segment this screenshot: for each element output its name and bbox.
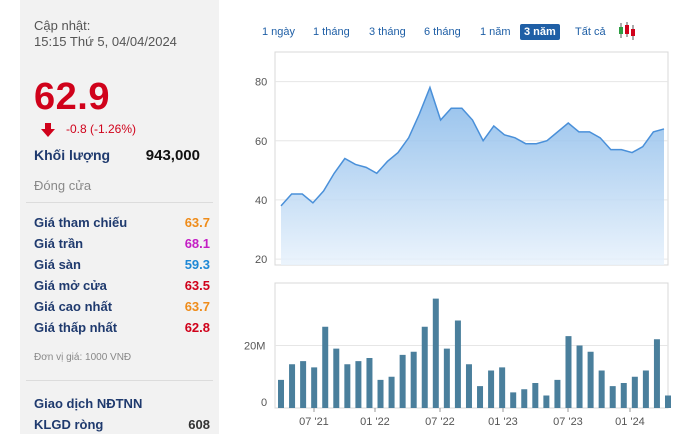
volume-bar [333, 348, 340, 408]
volume-bar [443, 348, 450, 408]
volume-bar [432, 298, 439, 408]
x-tick-label: 01 '22 [360, 416, 390, 428]
volume-bar [410, 351, 417, 408]
price-volume-chart: 20 40 60 80 20M 0 07 '21 01 '22 07 '22 01 '23 07 '… [244, 51, 671, 428]
volume-bar [477, 386, 484, 408]
volume-bar [454, 320, 461, 408]
x-tick-label: 01 '24 [615, 416, 645, 428]
volume-bar [488, 370, 495, 408]
volume-bar [355, 361, 362, 408]
x-tick-label: 01 '23 [488, 416, 518, 428]
volume-bar [499, 367, 506, 408]
x-tick-label: 07 '23 [553, 416, 583, 428]
volume-bar [366, 358, 373, 408]
volume-bar [399, 354, 406, 408]
volume-bar [344, 364, 351, 408]
volume-bar [300, 361, 307, 408]
volume-bar [377, 379, 384, 408]
volume-bar [554, 379, 561, 408]
volume-bar [598, 370, 605, 408]
price-tick-label: 40 [255, 195, 267, 207]
volume-bar [421, 326, 428, 408]
price-tick-label: 20 [255, 254, 267, 266]
volume-bar [388, 376, 395, 408]
volume-tick-label: 0 [261, 397, 267, 409]
volume-bar [665, 395, 671, 408]
price-area [281, 87, 664, 265]
volume-bar [289, 364, 296, 408]
volume-bar [322, 326, 329, 408]
x-tick-label: 07 '21 [299, 416, 329, 428]
volume-bar [543, 395, 550, 408]
volume-bar [609, 386, 616, 408]
volume-bar [565, 336, 572, 408]
volume-bar [642, 370, 649, 408]
volume-bar [521, 389, 528, 408]
volume-bar [631, 376, 638, 408]
volume-bar [510, 392, 517, 408]
volume-bar [653, 339, 660, 408]
price-tick-label: 60 [255, 136, 267, 148]
volume-bar [587, 351, 594, 408]
volume-bar [465, 364, 472, 408]
volume-bar [532, 383, 539, 408]
volume-bar [620, 383, 627, 408]
price-tick-label: 80 [255, 77, 267, 89]
volume-bar [576, 345, 583, 408]
x-tick-label: 07 '22 [425, 416, 455, 428]
volume-tick-label: 20M [244, 341, 265, 353]
volume-bar [278, 379, 284, 408]
volume-bar [311, 367, 318, 408]
